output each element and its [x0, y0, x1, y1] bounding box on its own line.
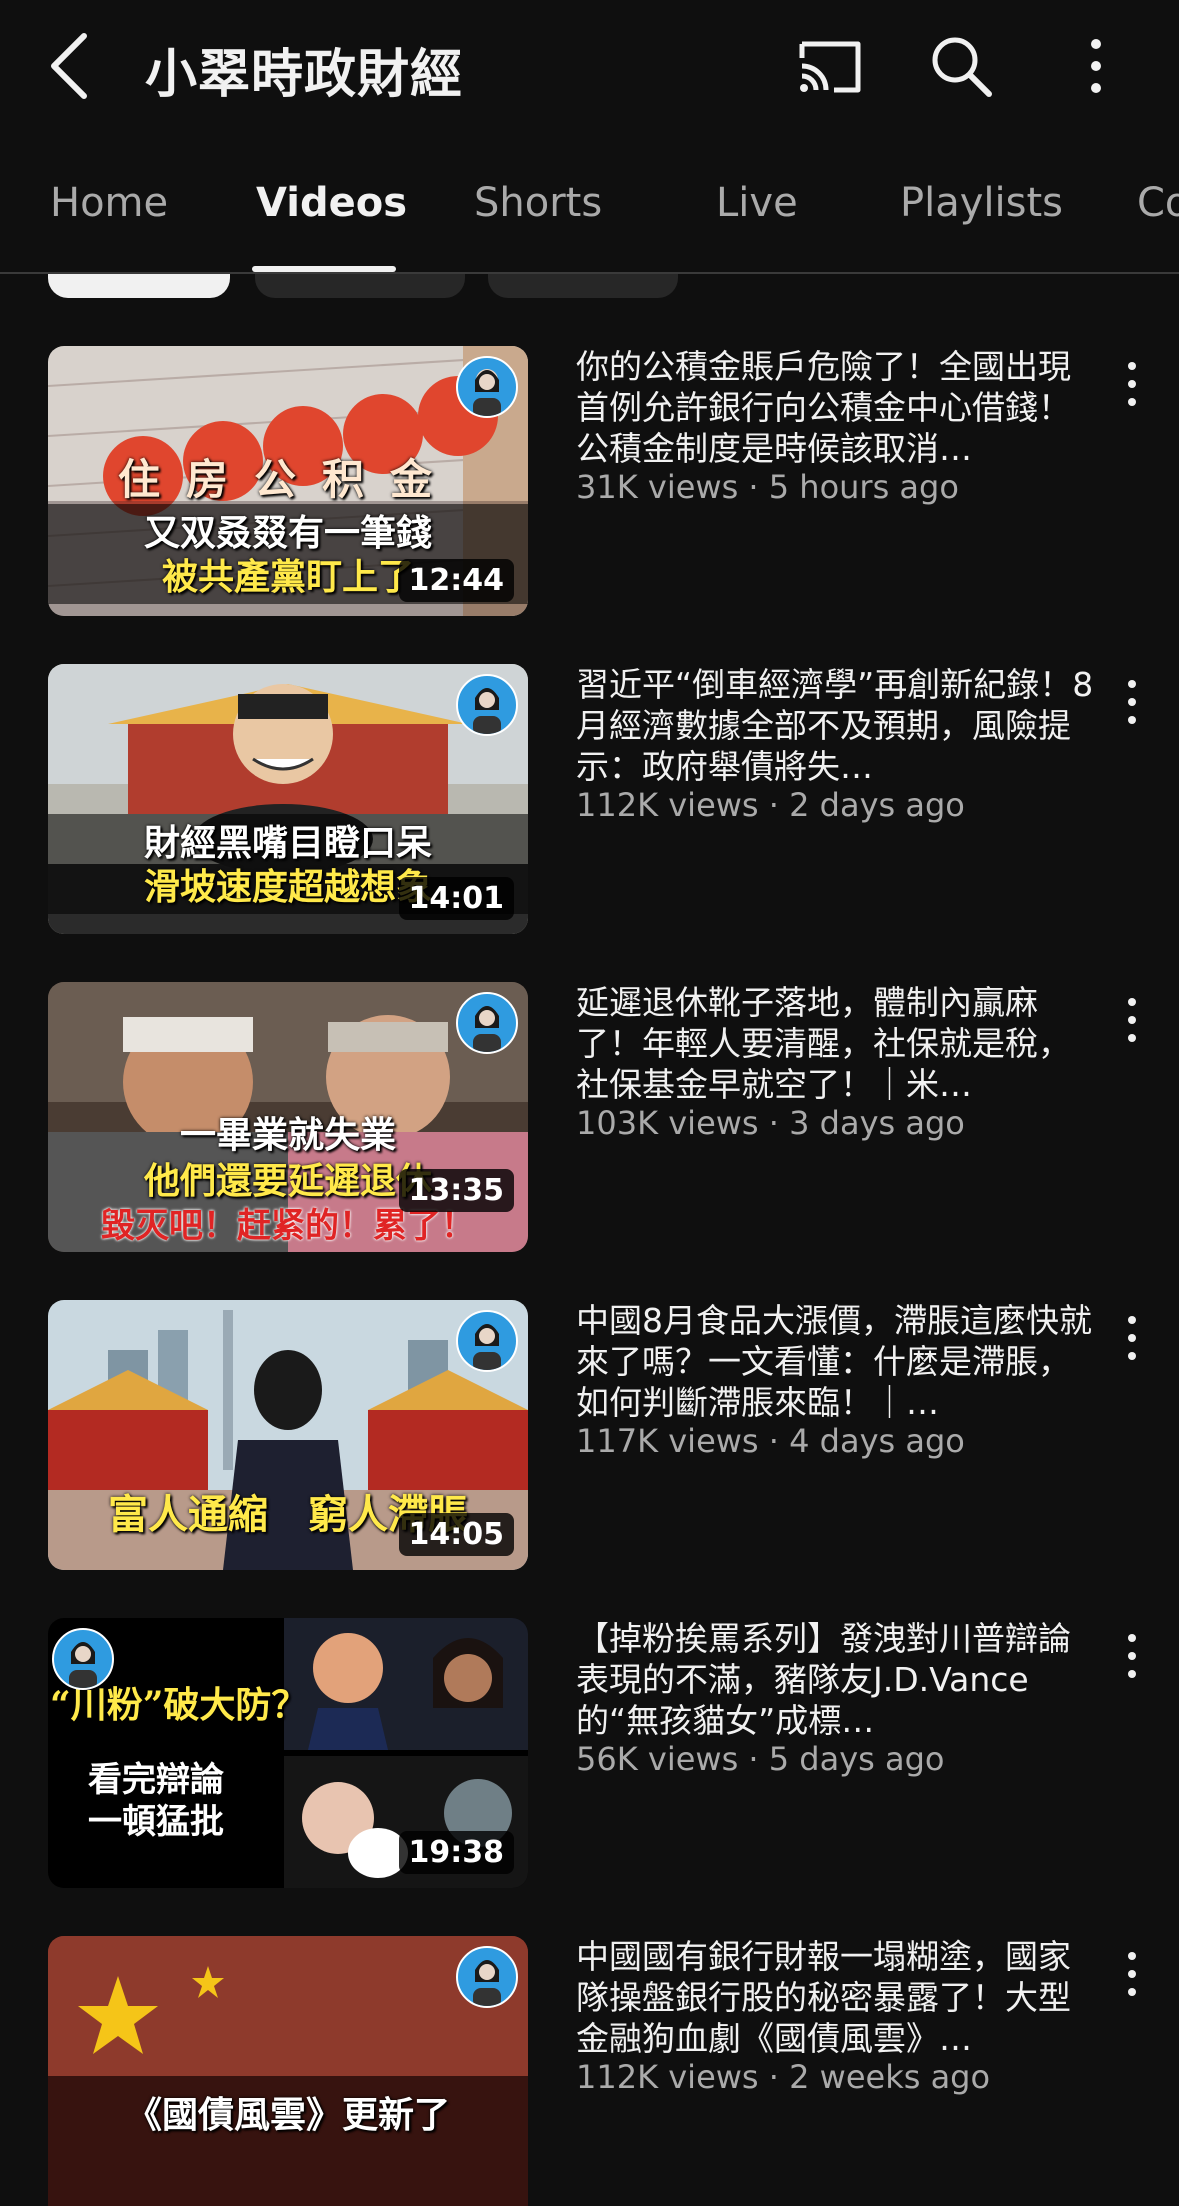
- video-meta: 112K views · 2 days ago: [576, 786, 965, 824]
- tab-shorts[interactable]: Shorts: [474, 180, 602, 226]
- top-app-bar: 小翠時政財經: [0, 0, 1179, 135]
- video-meta: 103K views · 3 days ago: [576, 1104, 965, 1142]
- video-thumbnail[interactable]: 住房公积金 又双叒叕有一筆錢 被共產黨盯上了 12:44: [48, 346, 528, 616]
- more-vert-icon[interactable]: [1112, 1626, 1152, 1686]
- more-vert-icon[interactable]: [1112, 1944, 1152, 2004]
- channel-avatar-icon: [456, 1310, 518, 1372]
- channel-title: 小翠時政財經: [145, 45, 464, 105]
- tab-playlists[interactable]: Playlists: [900, 180, 1063, 226]
- video-item[interactable]: 一畢業就失業 他們還要延遲退休 毀灭吧！赶紧的！累了！ 13:35 延遲退休靴子…: [0, 982, 1179, 1262]
- back-arrow-icon[interactable]: [40, 30, 100, 102]
- video-meta: 112K views · 2 weeks ago: [576, 2058, 991, 2096]
- video-thumbnail[interactable]: “川粉”破大防？ 看完辯論 一頓猛批 19:38: [48, 1618, 528, 1888]
- thumbnail-caption-line1: 《國債風雲》更新了: [125, 2094, 450, 2136]
- tab-live[interactable]: Live: [716, 180, 798, 226]
- tab-community[interactable]: Co: [1137, 180, 1179, 226]
- video-duration: 12:44: [398, 559, 514, 602]
- channel-tabs: Home Videos Shorts Live Playlists Co: [0, 150, 1179, 272]
- channel-avatar-icon: [456, 356, 518, 418]
- more-vert-icon[interactable]: [1112, 1308, 1152, 1368]
- thumbnail-caption-line1: 一畢業就失業: [179, 1114, 396, 1156]
- thumbnail-caption-line1: “川粉”破大防？: [50, 1684, 308, 1726]
- video-item[interactable]: 住房公积金 又双叒叕有一筆錢 被共產黨盯上了 12:44 你的公積金賬戶危險了！…: [0, 346, 1179, 626]
- channel-avatar-icon: [456, 992, 518, 1054]
- filter-chip-oldest[interactable]: [488, 274, 678, 298]
- filter-chip-popular[interactable]: [255, 274, 465, 298]
- video-duration: 14:01: [398, 877, 514, 920]
- video-title[interactable]: 【掉粉挨罵系列】發洩對川普辯論表現的不滿，豬隊友J.D.Vance的“無孩貓女”…: [576, 1618, 1096, 1741]
- video-duration: 13:35: [398, 1169, 514, 1212]
- video-title[interactable]: 延遲退休靴子落地，體制內贏麻了！年輕人要清醒，社保就是稅，社保基金早就空了！｜米…: [576, 982, 1096, 1105]
- more-vert-icon[interactable]: [1112, 354, 1152, 414]
- channel-avatar-icon: [456, 674, 518, 736]
- tab-videos[interactable]: Videos: [256, 180, 407, 226]
- filter-chip-latest[interactable]: [48, 274, 230, 298]
- video-item[interactable]: 《國債風雲》更新了 中國國有銀行財報一塌糊塗，國家隊操盤銀行股的秘密暴露了！大型…: [0, 1936, 1179, 2206]
- video-meta: 31K views · 5 hours ago: [576, 468, 959, 506]
- channel-avatar-icon: [456, 1946, 518, 2008]
- video-item[interactable]: “川粉”破大防？ 看完辯論 一頓猛批 19:38 【掉粉挨罵系列】發洩對川普辯論…: [0, 1618, 1179, 1898]
- search-icon[interactable]: [925, 30, 997, 102]
- video-thumbnail[interactable]: 財經黑嘴目瞪口呆 滑坡速度超越想象 14:01: [48, 664, 528, 934]
- video-duration: 19:38: [398, 1831, 514, 1874]
- video-thumbnail[interactable]: 富人通縮 窮人滯脹 14:05: [48, 1300, 528, 1570]
- tab-home[interactable]: Home: [50, 180, 168, 226]
- video-meta: 117K views · 4 days ago: [576, 1422, 965, 1460]
- thumbnail-caption-top: 住房公积金: [117, 455, 458, 504]
- video-item[interactable]: 財經黑嘴目瞪口呆 滑坡速度超越想象 14:01 習近平“倒車經濟學”再創新紀錄！…: [0, 664, 1179, 944]
- video-title[interactable]: 你的公積金賬戶危險了！全國出現首例允許銀行向公積金中心借錢！公積金制度是時候該取…: [576, 346, 1096, 469]
- video-thumbnail[interactable]: 《國債風雲》更新了: [48, 1936, 528, 2206]
- video-meta: 56K views · 5 days ago: [576, 1740, 945, 1778]
- video-title[interactable]: 中國國有銀行財報一塌糊塗，國家隊操盤銀行股的秘密暴露了！大型金融狗血劇《國債風雲…: [576, 1936, 1096, 2059]
- video-title[interactable]: 習近平“倒車經濟學”再創新紀錄！8月經濟數據全部不及預期，風險提示：政府舉債將失…: [576, 664, 1096, 787]
- video-thumbnail[interactable]: 一畢業就失業 他們還要延遲退休 毀灭吧！赶紧的！累了！ 13:35: [48, 982, 528, 1252]
- more-vert-icon[interactable]: [1112, 672, 1152, 732]
- cast-icon[interactable]: [794, 30, 866, 102]
- video-item[interactable]: 富人通縮 窮人滯脹 14:05 中國8月食品大漲價，滯脹這麼快就來了嗎？一文看懂…: [0, 1300, 1179, 1580]
- video-duration: 14:05: [398, 1513, 514, 1556]
- more-vert-icon[interactable]: [1060, 30, 1132, 102]
- more-vert-icon[interactable]: [1112, 990, 1152, 1050]
- channel-avatar-icon: [52, 1628, 114, 1690]
- video-title[interactable]: 中國8月食品大漲價，滯脹這麼快就來了嗎？一文看懂：什麼是滯脹，如何判斷滯脹來臨！…: [576, 1300, 1096, 1423]
- thumbnail-caption-rich: 富人通縮: [108, 1491, 268, 1538]
